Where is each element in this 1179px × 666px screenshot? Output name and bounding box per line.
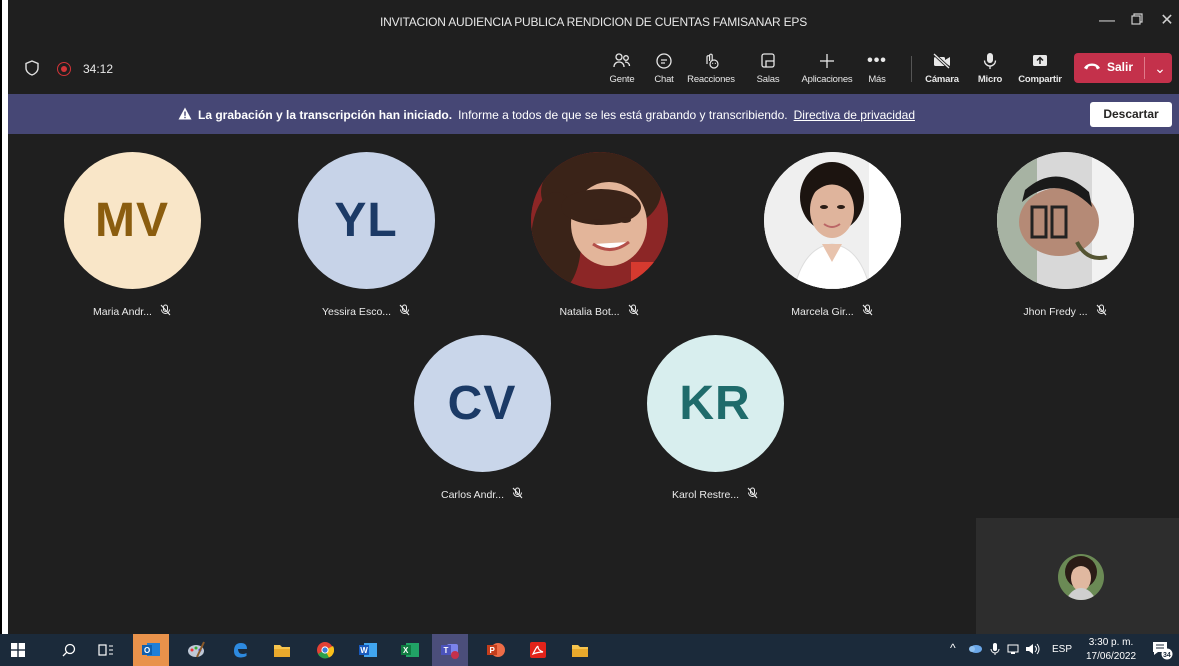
task-view-icon[interactable]	[92, 638, 120, 662]
svg-text:X: X	[403, 646, 409, 655]
participant-tile[interactable]: Natalia Bot...	[499, 152, 699, 319]
excel-icon[interactable]: X	[396, 638, 424, 662]
participant-name: Marcela Gir...	[791, 305, 854, 318]
svg-text:O: O	[144, 646, 150, 655]
edge-browser-icon[interactable]	[226, 638, 254, 662]
clock-time: 3:30 p. m.	[1088, 637, 1134, 648]
svg-text:W: W	[360, 646, 368, 655]
system-clock[interactable]: 3:30 p. m. 17/06/2022	[1086, 636, 1136, 664]
maximize-button[interactable]	[1125, 10, 1149, 32]
more-button[interactable]: ••• Más	[849, 50, 905, 85]
participant-tile[interactable]: Marcela Gir...	[732, 152, 932, 319]
avatar-photo	[763, 152, 901, 289]
breakout-rooms-icon	[740, 50, 796, 72]
avatar: YL	[297, 152, 435, 289]
mic-muted-icon	[747, 487, 758, 502]
toolbar-divider	[911, 56, 912, 82]
participant-name: Jhon Fredy ...	[1023, 305, 1088, 318]
mic-muted-icon	[1096, 304, 1107, 319]
language-indicator[interactable]: ESP	[1052, 644, 1072, 655]
participant-tile[interactable]: CV Carlos Andr...	[382, 335, 582, 502]
microphone-tray-icon[interactable]	[990, 642, 1000, 659]
notification-center-icon[interactable]: 34	[1148, 638, 1176, 662]
mic-button[interactable]: Micro	[962, 50, 1018, 85]
acrobat-icon[interactable]	[524, 638, 552, 662]
avatar-photo	[530, 152, 668, 289]
svg-text:T: T	[444, 646, 449, 655]
windows-taskbar: O W X T P ^ ESP 3:30 p. m. 17/06/2022 34	[0, 634, 1179, 666]
rooms-button[interactable]: Salas	[740, 50, 796, 85]
share-screen-icon	[1011, 50, 1069, 72]
left-edge	[0, 0, 2, 634]
title-bar: INVITACION AUDIENCIA PUBLICA RENDICION D…	[8, 0, 1179, 44]
banner-text: Informe a todos de que se les está graba…	[458, 108, 788, 122]
leave-button[interactable]: Salir ⌄	[1074, 53, 1172, 83]
more-label: Más	[868, 74, 886, 85]
outlook-icon[interactable]: O	[133, 634, 169, 666]
meeting-toolbar: 34:12 Gente Chat Reacciones Salas Aplica…	[8, 44, 1179, 94]
share-button[interactable]: Compartir	[1011, 50, 1069, 85]
onedrive-icon[interactable]	[968, 643, 982, 656]
chrome-icon[interactable]	[311, 638, 339, 662]
reactions-button[interactable]: Reacciones	[683, 50, 739, 85]
recording-banner: La grabación y la transcripción han inic…	[8, 94, 1179, 134]
volume-icon[interactable]	[1025, 643, 1041, 658]
clock-date: 17/06/2022	[1086, 651, 1137, 662]
microphone-icon	[962, 50, 1018, 72]
notification-count: 34	[1163, 652, 1171, 659]
meeting-timer: 34:12	[83, 62, 114, 76]
windows-start-icon[interactable]	[4, 638, 32, 662]
participant-tile[interactable]: KR Karol Restre...	[615, 335, 815, 502]
svg-text:P: P	[490, 646, 496, 655]
close-window-button[interactable]: ✕	[1155, 10, 1179, 32]
privacy-policy-link[interactable]: Directiva de privacidad	[794, 108, 915, 122]
mic-muted-icon	[399, 304, 410, 319]
banner-bold-text: La grabación y la transcripción han inic…	[198, 108, 453, 122]
avatar: KR	[646, 335, 784, 472]
participant-name: Maria Andr...	[93, 305, 152, 318]
teams-meeting-window: INVITACION AUDIENCIA PUBLICA RENDICION D…	[8, 0, 1179, 634]
participant-tile[interactable]: MV Maria Andr...	[32, 152, 232, 319]
recording-indicator-icon	[57, 62, 71, 76]
participant-tile[interactable]: Jhon Fredy ...	[965, 152, 1165, 319]
mic-muted-icon	[160, 304, 171, 319]
powerpoint-icon[interactable]: P	[482, 638, 510, 662]
window-title: INVITACION AUDIENCIA PUBLICA RENDICION D…	[379, 15, 808, 29]
restore-icon	[1131, 13, 1143, 25]
minimize-button[interactable]: —	[1095, 10, 1119, 32]
rooms-label: Salas	[756, 74, 780, 85]
mic-label: Micro	[977, 74, 1003, 85]
dismiss-button[interactable]: Descartar	[1090, 102, 1172, 127]
folder-icon[interactable]	[566, 638, 594, 662]
reactions-icon	[683, 50, 739, 72]
participant-tile[interactable]: YL Yessira Esco...	[266, 152, 466, 319]
reactions-label: Reacciones	[687, 74, 735, 85]
hang-up-icon	[1083, 60, 1101, 74]
search-icon[interactable]	[55, 638, 83, 662]
participant-name: Natalia Bot...	[559, 305, 620, 318]
word-icon[interactable]: W	[354, 638, 382, 662]
chevron-down-icon[interactable]: ⌄	[1148, 55, 1172, 81]
participant-name: Karol Restre...	[671, 488, 740, 501]
participant-name: Carlos Andr...	[440, 488, 505, 501]
network-icon[interactable]	[1007, 643, 1021, 658]
more-dots-icon: •••	[867, 52, 887, 69]
mic-muted-icon	[862, 304, 873, 319]
self-view[interactable]	[976, 518, 1179, 634]
mic-muted-icon	[628, 304, 639, 319]
avatar-photo	[996, 152, 1134, 289]
avatar: CV	[413, 335, 551, 472]
paint-icon[interactable]	[182, 638, 210, 662]
file-explorer-icon[interactable]	[268, 638, 296, 662]
leave-label: Salir	[1107, 60, 1134, 74]
mic-muted-icon	[512, 487, 523, 502]
avatar: MV	[63, 152, 201, 289]
share-label: Compartir	[1018, 74, 1062, 85]
shield-icon[interactable]	[25, 60, 39, 81]
self-avatar	[1058, 554, 1104, 600]
participant-name: Yessira Esco...	[321, 305, 392, 318]
teams-icon[interactable]: T	[432, 634, 468, 666]
warning-icon	[178, 107, 192, 123]
chevron-up-icon[interactable]: ^	[950, 641, 956, 655]
